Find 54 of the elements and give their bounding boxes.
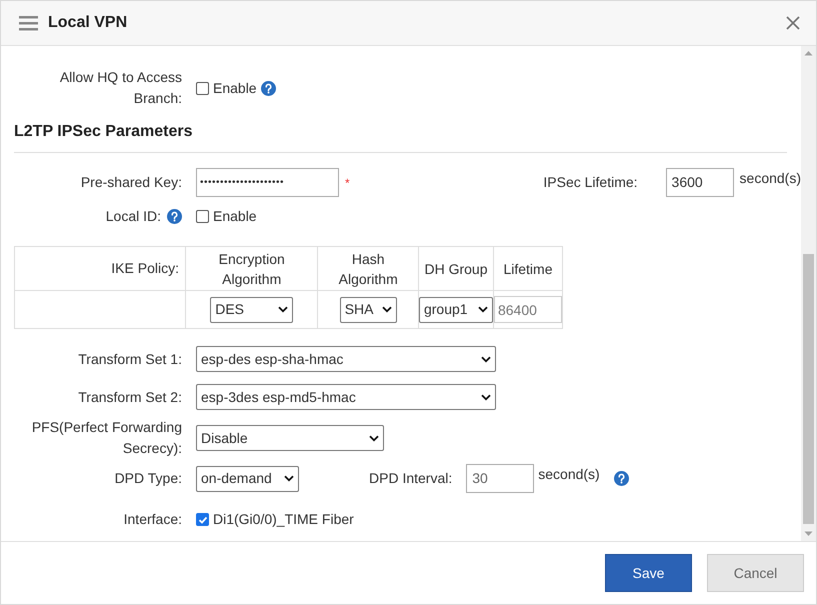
scrollbar[interactable] [801,46,816,541]
dropdown[interactable]: SHA [340,296,397,322]
dropdown[interactable]: Disable [196,425,384,451]
field-label: Pre-shared Key: [80,173,182,192]
checkbox[interactable] [196,82,209,94]
checkbox-label: Enable [213,78,257,98]
password-field[interactable]: ••••••••••••••••••••• [196,168,339,197]
table-cell: IKE Policy: [14,246,186,290]
checkbox[interactable] [196,513,209,526]
chevron-icon [382,306,392,313]
chevron-icon [278,306,288,313]
scrollbar-thumb[interactable] [803,254,814,524]
unit-label: second(s) [740,169,801,188]
field-label: Allow HQ to Access Branch: [58,68,182,108]
chevron-icon [284,475,294,482]
field-label: DPD Type: [114,469,182,488]
window-title: Local VPN [48,13,128,33]
chevron-icon [481,356,491,362]
help-icon[interactable] [167,209,182,224]
field-label: Interface: [122,510,182,529]
lifetime-field[interactable]: 3600 [666,168,734,197]
chevron-icon [369,434,379,442]
dropdown[interactable]: group1 [418,296,493,322]
checkmark-icon [198,514,208,524]
unit-label: second(s) [538,465,600,484]
field-label: Transform Set 2: [77,388,182,406]
dropdown[interactable]: DES [210,296,294,322]
dropdown[interactable]: on-demand [196,466,299,492]
field-label: DPD Interval: [369,469,452,488]
chevron-icon [478,306,488,313]
column-header: Hash Algorithm [318,246,418,290]
interval-field[interactable]: 30 [466,464,534,493]
column-header: Lifetime [493,246,562,290]
field-label: IPSec Lifetime: [543,173,638,192]
column-header: DH Group [418,246,494,290]
save-button[interactable]: Save [605,554,692,592]
dropdown[interactable]: esp-3des esp-md5-hmac [196,384,496,410]
help-icon[interactable] [614,471,629,486]
help-icon[interactable] [260,80,276,96]
chevron-icon [481,394,491,400]
field-label: PFS(Perfect Forwarding Secrecy): [30,418,182,458]
close-icon[interactable] [786,16,800,30]
checkbox-label: Di1(Gi0/0)_TIME Fiber [213,510,354,529]
column-header: Encryption Algorithm [186,246,318,290]
cancel-button[interactable]: Cancel [707,554,804,592]
field-label: Transform Set 1: [77,350,182,368]
section-title: L2TP IPSec Parameters [14,122,194,142]
required-mark: * [345,174,350,192]
lifetime-field[interactable]: 86400 [494,296,562,323]
menu-icon[interactable] [19,16,38,30]
field-label: Local ID: [106,207,161,226]
checkbox-label: Enable [213,207,257,226]
dropdown[interactable]: esp-des esp-sha-hmac [196,346,496,372]
checkbox[interactable] [196,210,209,223]
